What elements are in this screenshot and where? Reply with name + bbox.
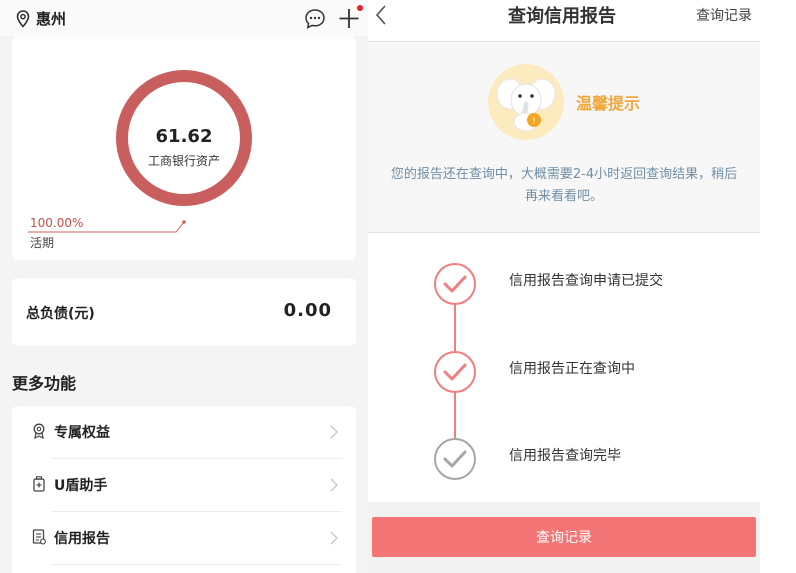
edge-strip: [760, 0, 796, 573]
function-item-ukey[interactable]: U盾助手: [12, 459, 356, 511]
function-label: 信用报告: [54, 531, 110, 547]
tips-message: 您的报告还在查询中，大概需要2-4小时返回查询结果，稍后再来看看吧。: [390, 167, 738, 204]
tips-title: 温馨提示: [576, 94, 641, 113]
page-title: 查询信用报告: [508, 6, 616, 27]
query-record-link[interactable]: 查询记录: [696, 5, 752, 25]
asset-card[interactable]: 61.62 工商银行资产 100.00% 活期: [12, 36, 356, 260]
left-panel: 惠州 61.62 工商银行资产 100.00% 活期 总负债(元) 0.00 更…: [0, 0, 368, 573]
tips-section: ! 温馨提示 您的报告还在查询中，大概需要2-4小时返回查询结果，稍后再来看看吧…: [368, 42, 760, 232]
elephant-mascot-icon: !: [488, 64, 564, 140]
step-label: 信用报告查询申请已提交: [509, 273, 663, 289]
divider: [52, 564, 342, 565]
function-item-credit-report[interactable]: 信用报告: [12, 512, 356, 564]
step-label: 信用报告正在查询中: [509, 361, 635, 377]
location-label: 惠州: [36, 10, 67, 28]
check-circle-icon: [434, 351, 476, 393]
more-functions-title: 更多功能: [12, 374, 77, 393]
asset-category: 活期: [30, 236, 55, 250]
notification-dot: [357, 5, 363, 11]
chevron-right-icon: [330, 531, 338, 545]
top-bar: 惠州: [0, 0, 368, 36]
function-label: U盾助手: [54, 478, 108, 494]
progress-steps: 信用报告查询申请已提交 信用报告正在查询中 信用报告查询完毕: [368, 243, 760, 501]
check-circle-icon: [434, 263, 476, 305]
asset-percent: 100.00%: [30, 216, 84, 230]
right-panel: 查询信用报告 查询记录 ! 温馨提示 您的报告还在查询中，大概需要2-4小时返回…: [368, 0, 796, 573]
badge-icon: [33, 423, 45, 439]
step-connector: [454, 391, 456, 439]
message-icon[interactable]: [304, 8, 326, 30]
check-circle-pending-icon: [434, 438, 476, 480]
svg-text:!: !: [532, 117, 536, 127]
debt-card[interactable]: 总负债(元) 0.00: [12, 278, 356, 346]
step-label: 信用报告查询完毕: [509, 448, 621, 464]
step-connector: [454, 303, 456, 351]
chevron-right-icon: [330, 425, 338, 439]
functions-list: 专属权益 U盾助手 信用报告: [12, 406, 356, 573]
divider: [368, 232, 760, 233]
debt-value: 0.00: [283, 300, 332, 321]
chevron-right-icon: [330, 478, 338, 492]
report-icon: [32, 529, 46, 545]
function-label: 专属权益: [54, 425, 110, 441]
query-record-button[interactable]: 查询记录: [372, 517, 756, 557]
location-pin-icon: [16, 9, 30, 28]
debt-label: 总负债(元): [26, 306, 95, 322]
bottom-bar: 查询记录: [368, 502, 760, 573]
usb-key-icon: [33, 476, 45, 492]
function-item-benefits[interactable]: 专属权益: [12, 406, 356, 458]
back-arrow-icon[interactable]: [374, 4, 388, 26]
location-selector[interactable]: 惠州: [16, 8, 66, 29]
